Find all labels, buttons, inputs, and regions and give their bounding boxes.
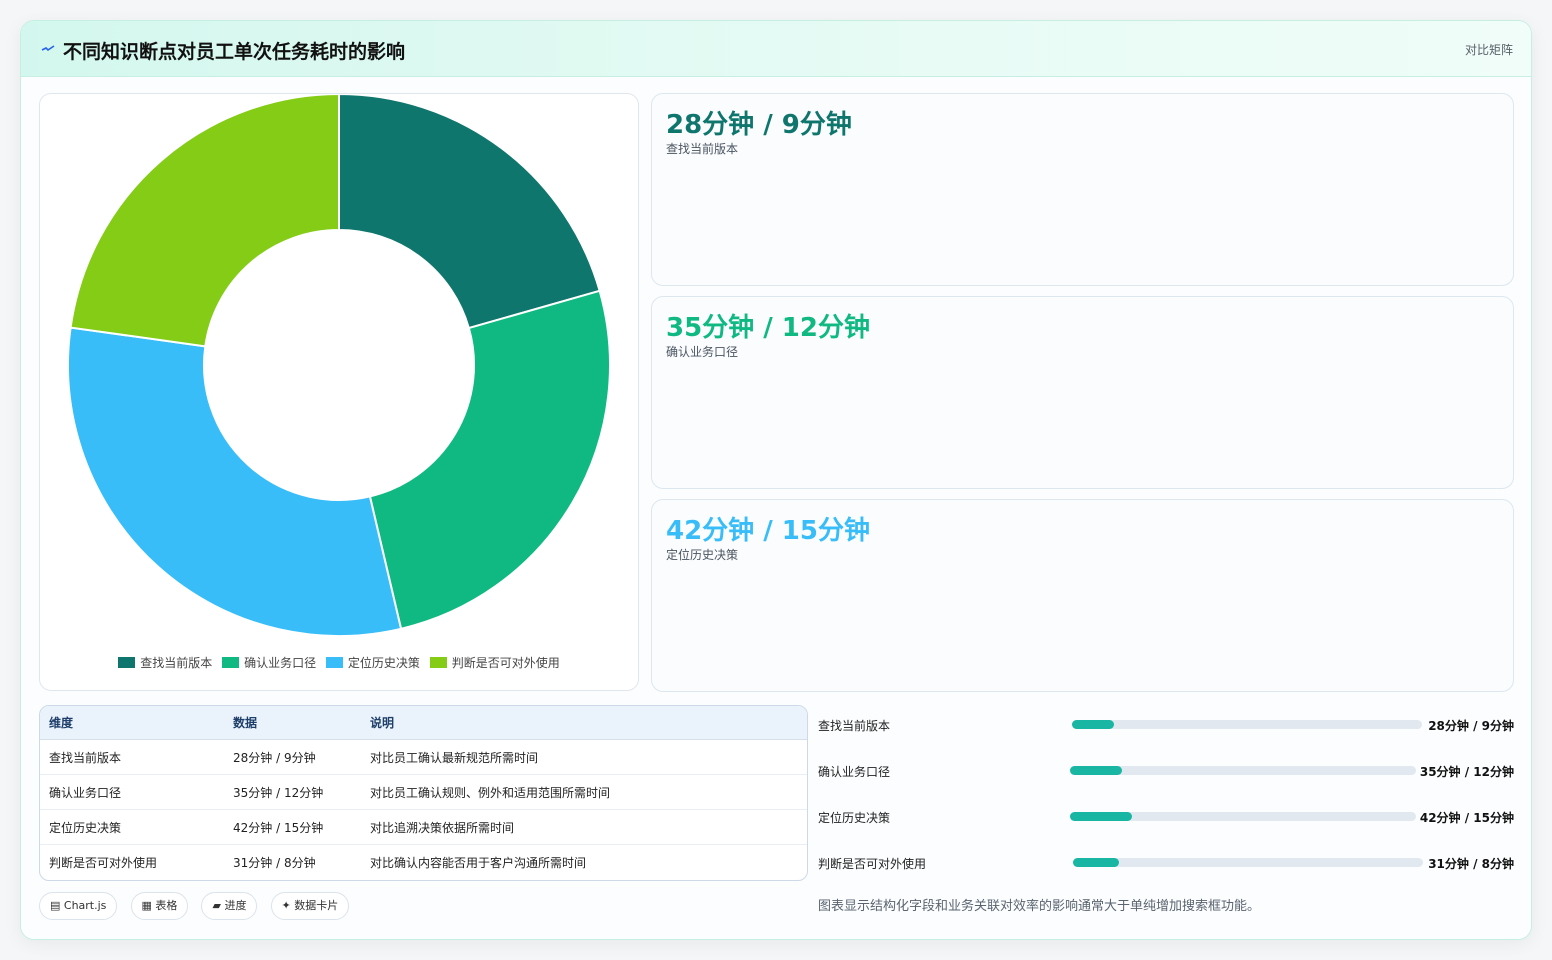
table-cell: 对比员工确认规则、例外和适用范围所需时间 bbox=[361, 774, 807, 810]
progress-track bbox=[1073, 858, 1423, 867]
stat-label: 确认业务口径 bbox=[666, 345, 739, 359]
donut-chart bbox=[67, 94, 611, 637]
legend-item[interactable]: 确认业务口径 bbox=[222, 654, 316, 671]
table-cell: 28分钟 / 9分钟 bbox=[224, 739, 361, 775]
column-header: 维度 bbox=[40, 706, 224, 740]
stat-label: 查找当前版本 bbox=[666, 142, 739, 156]
legend-label: 定位历史决策 bbox=[347, 656, 420, 670]
legend-swatch bbox=[429, 657, 447, 668]
progress-value: 42分钟 / 15分钟 bbox=[1419, 811, 1514, 825]
legend-swatch bbox=[118, 657, 136, 668]
chip-table[interactable]: ▦ 表格 bbox=[130, 892, 189, 920]
data-table: 维度 数据 说明 查找当前版本 28分钟 / 9分钟 对比员工确认最新规范所需时… bbox=[39, 705, 808, 881]
progress-track bbox=[1072, 720, 1422, 729]
stat-card: 28分钟 / 9分钟 查找当前版本 bbox=[651, 93, 1514, 286]
progress-row: 定位历史决策 42分钟 / 15分钟 bbox=[818, 806, 1514, 826]
progress-label: 定位历史决策 bbox=[818, 811, 891, 825]
donut-slice[interactable] bbox=[67, 326, 403, 637]
progress-value: 28分钟 / 9分钟 bbox=[1428, 719, 1514, 733]
progress-fill bbox=[1070, 812, 1133, 821]
table-cell: 31分钟 / 8分钟 bbox=[233, 855, 316, 870]
table-row: 查找当前版本 28分钟 / 9分钟 对比员工确认最新规范所需时间 bbox=[40, 739, 807, 775]
dashboard-card: 不同知识断点对员工单次任务耗时的影响 对比矩阵 查找当前版本 确认业务口径 定位… bbox=[20, 20, 1532, 940]
table-cell: 42分钟 / 15分钟 bbox=[224, 809, 361, 845]
table-cell: 判断是否可对外使用 bbox=[49, 855, 158, 870]
progress-row: 查找当前版本 28分钟 / 9分钟 bbox=[818, 714, 1514, 734]
progress-track bbox=[1070, 766, 1416, 775]
table-header-row: 维度 数据 说明 bbox=[40, 706, 807, 740]
feature-chips: ▤ Chart.js ▦ 表格 ▰ 进度 ✦ 数据卡片 bbox=[39, 892, 357, 922]
progress-track bbox=[1070, 812, 1416, 821]
table-cell: 确认业务口径 bbox=[40, 774, 224, 810]
legend-item[interactable]: 查找当前版本 bbox=[118, 654, 212, 671]
table-cell: 对比确认内容能否用于客户沟通所需时间 bbox=[370, 855, 587, 870]
column-header: 说明 bbox=[361, 706, 807, 740]
table-cell: 查找当前版本 bbox=[40, 739, 224, 775]
table-cell: 对比员工确认最新规范所需时间 bbox=[361, 739, 807, 775]
progress-value: 35分钟 / 12分钟 bbox=[1419, 765, 1514, 779]
chart-legend: 查找当前版本 确认业务口径 定位历史决策 判断是否可对外使用 bbox=[40, 654, 638, 671]
progress-label: 确认业务口径 bbox=[818, 765, 891, 779]
table-row: 定位历史决策 42分钟 / 15分钟 对比追溯决策依据所需时间 bbox=[40, 809, 807, 845]
table-row: 确认业务口径 35分钟 / 12分钟 对比员工确认规则、例外和适用范围所需时间 bbox=[40, 774, 807, 810]
chart-note: 图表显示结构化字段和业务关联对效率的影响通常大于单纯增加搜索框功能。 bbox=[818, 899, 1261, 914]
stat-label: 定位历史决策 bbox=[666, 548, 739, 562]
legend-label: 确认业务口径 bbox=[244, 656, 317, 670]
stat-value: 42分钟 / 15分钟 bbox=[666, 516, 870, 546]
progress-fill bbox=[1073, 858, 1119, 867]
stat-card: 42分钟 / 15分钟 定位历史决策 bbox=[651, 499, 1514, 692]
stat-card: 35分钟 / 12分钟 确认业务口径 bbox=[651, 296, 1514, 489]
progress-label: 判断是否可对外使用 bbox=[818, 857, 927, 871]
page-title: 不同知识断点对员工单次任务耗时的影响 bbox=[63, 41, 406, 63]
table-cell: 对比追溯决策依据所需时间 bbox=[361, 809, 807, 845]
progress-row: 判断是否可对外使用 31分钟 / 8分钟 bbox=[818, 852, 1514, 872]
chip-data-cards[interactable]: ✦ 数据卡片 bbox=[270, 892, 350, 920]
legend-item[interactable]: 判断是否可对外使用 bbox=[429, 654, 560, 671]
progress-row: 确认业务口径 35分钟 / 12分钟 bbox=[818, 760, 1514, 780]
stat-value: 28分钟 / 9分钟 bbox=[666, 110, 852, 140]
column-header: 数据 bbox=[224, 706, 361, 740]
legend-label: 判断是否可对外使用 bbox=[451, 656, 560, 670]
stat-value: 35分钟 / 12分钟 bbox=[666, 313, 870, 343]
progress-fill bbox=[1072, 720, 1114, 729]
legend-item[interactable]: 定位历史决策 bbox=[325, 654, 420, 671]
legend-swatch bbox=[222, 657, 240, 668]
activity-icon bbox=[41, 45, 55, 52]
donut-slice[interactable] bbox=[338, 94, 601, 330]
donut-slice[interactable] bbox=[368, 289, 611, 631]
table-row: 判断是否可对外使用 31分钟 / 8分钟 对比确认内容能否用于客户沟通所需时间 bbox=[40, 845, 807, 880]
chip-progress[interactable]: ▰ 进度 bbox=[201, 892, 258, 920]
progress-label: 查找当前版本 bbox=[818, 719, 891, 733]
progress-fill bbox=[1070, 766, 1122, 775]
legend-label: 查找当前版本 bbox=[140, 656, 213, 670]
legend-swatch bbox=[325, 657, 343, 668]
chip-chartjs[interactable]: ▤ Chart.js bbox=[39, 892, 118, 920]
donut-chart-panel: 查找当前版本 确认业务口径 定位历史决策 判断是否可对外使用 bbox=[39, 93, 639, 691]
table-cell: 定位历史决策 bbox=[40, 809, 224, 845]
header: 不同知识断点对员工单次任务耗时的影响 对比矩阵 bbox=[21, 21, 1531, 77]
table-cell: 35分钟 / 12分钟 bbox=[224, 774, 361, 810]
header-tag: 对比矩阵 bbox=[1464, 43, 1513, 57]
donut-slice[interactable] bbox=[69, 94, 340, 348]
progress-value: 31分钟 / 8分钟 bbox=[1428, 857, 1514, 871]
